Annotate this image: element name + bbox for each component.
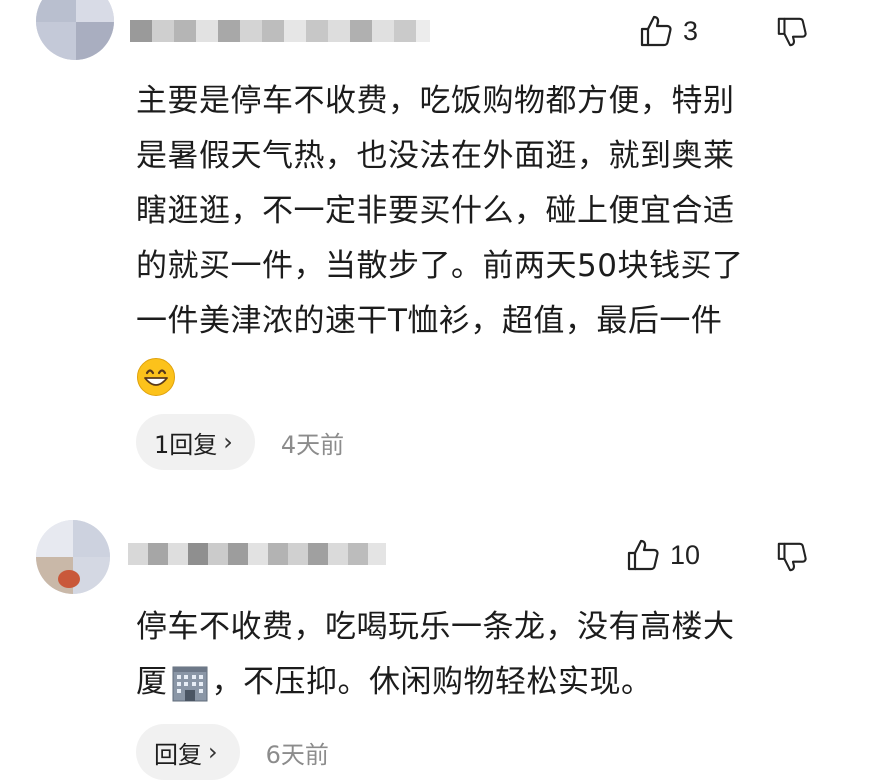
reply-row: 回复 › 6天前 [136,724,329,780]
comment-line: 停车不收费，吃喝玩乐一条龙，没有高楼大 [136,609,735,645]
like-button[interactable]: 10 [626,538,700,572]
username-redacted[interactable] [128,543,386,565]
like-count: 10 [670,539,701,570]
dislike-button[interactable] [776,541,808,577]
reply-label: 回复 [154,740,202,769]
reply-button[interactable]: 回复 › [136,724,240,780]
thumbs-down-icon [777,542,807,572]
comment-body: 停车不收费，吃喝玩乐一条龙，没有高楼大 厦 ，不压抑。休闲购物轻松实现。 [136,600,735,710]
chevron-right-icon: › [208,738,218,766]
comment-line: 厦 ，不压抑。休闲购物轻松实现。 [136,655,735,710]
user-avatar[interactable] [36,520,110,594]
office-building-emoji [172,666,207,701]
comment-2: 10 停车不收费，吃喝玩乐一条龙，没有高楼大 厦 ，不压抑。休闲购物轻松实现。 [0,0,869,780]
comment-text-segment: ，不压抑。休闲购物轻松实现。 [211,664,653,700]
comment-text-segment: 厦 [136,664,168,700]
timestamp: 6天前 [265,740,329,769]
thumbs-up-icon [627,539,659,571]
